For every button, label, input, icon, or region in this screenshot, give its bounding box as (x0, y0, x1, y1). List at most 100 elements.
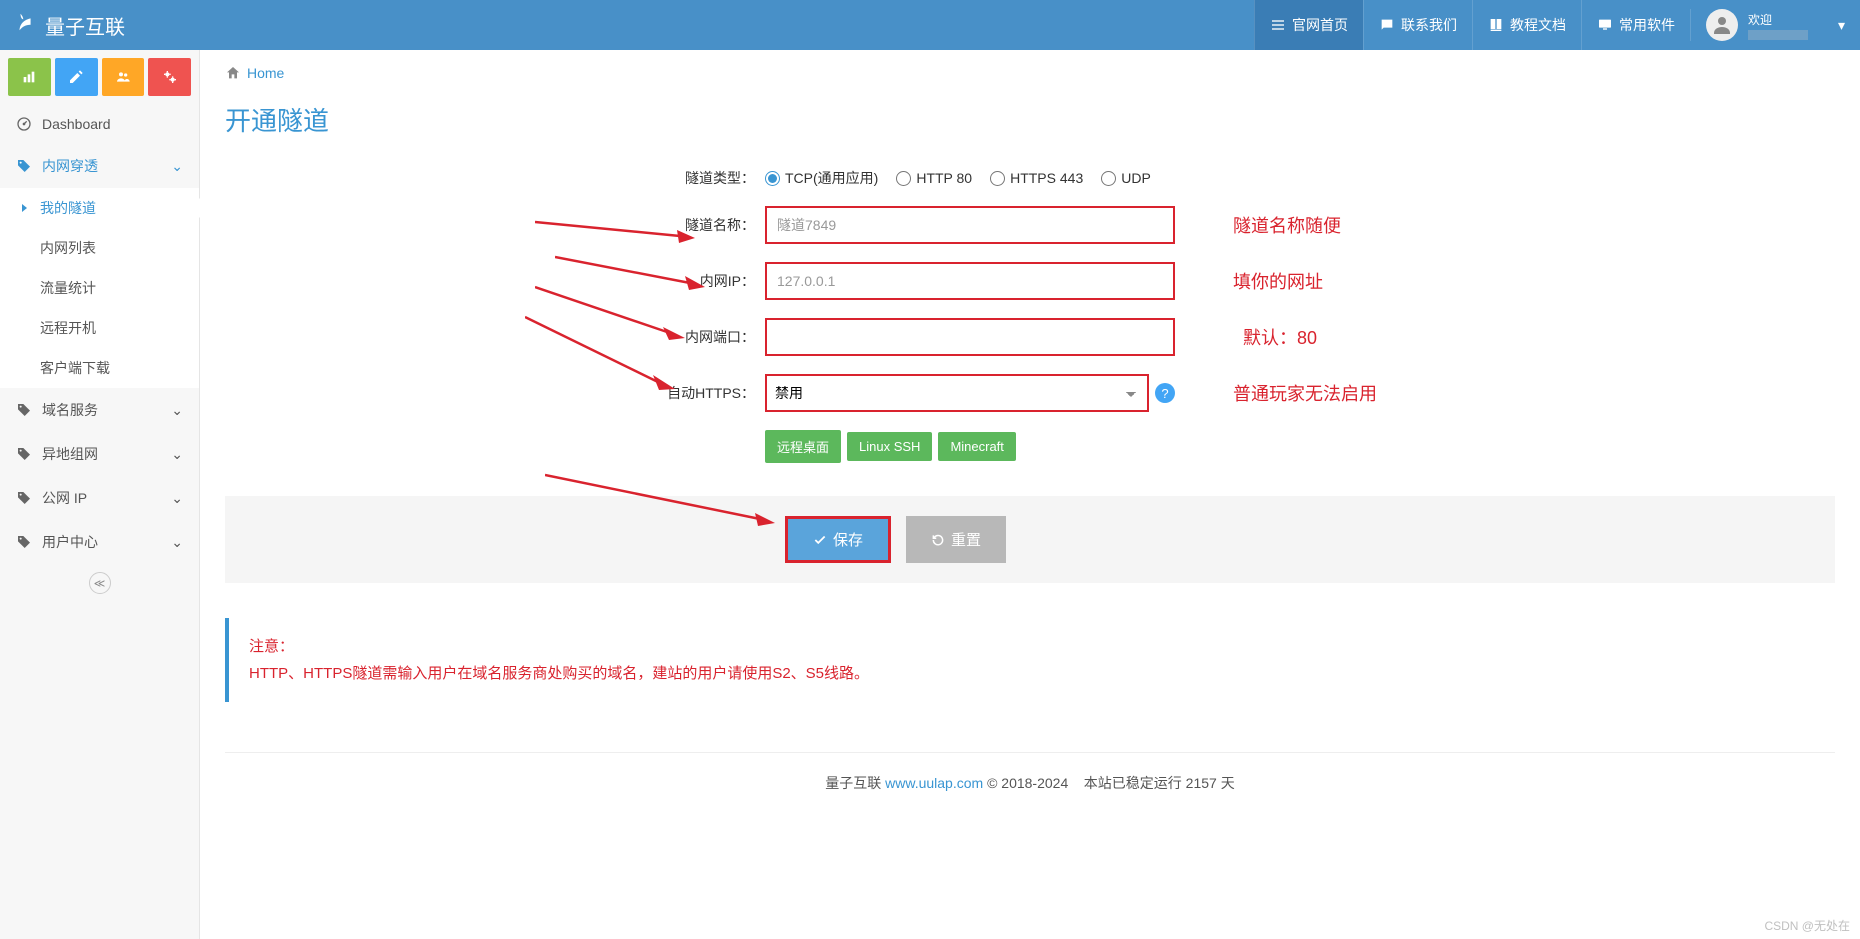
users-icon (115, 69, 131, 85)
reset-button[interactable]: 重置 (906, 516, 1006, 563)
row-intranet-ip: 内网IP： 填你的网址 (225, 262, 1835, 300)
sub-my-tunnels[interactable]: 我的隧道 (0, 188, 199, 228)
form-area: 隧道类型： TCP(通用应用) HTTP 80 HTTPS 443 UDP 隧道… (225, 168, 1835, 481)
nav-contact[interactable]: 联系我们 (1363, 0, 1472, 50)
breadcrumb: Home (225, 65, 1835, 81)
sidebar-user-center-label: 用户中心 (42, 532, 98, 552)
footer: 量子互联 www.uulap.com © 2018-2024 本站已稳定运行 2… (225, 752, 1835, 803)
pencil-icon (68, 69, 84, 85)
intranet-ip-label: 内网IP： (225, 271, 765, 291)
annotation-tunnel-name: 隧道名称随便 (1203, 212, 1341, 238)
row-tunnel-name: 隧道名称： 隧道名称随便 (225, 206, 1835, 244)
nav-home[interactable]: 官网首页 (1254, 0, 1363, 50)
chevron-down-icon: ⌄ (171, 446, 183, 463)
chat-icon (1379, 17, 1395, 33)
intranet-port-label: 内网端口： (225, 327, 765, 347)
preset-rdp[interactable]: 远程桌面 (765, 430, 841, 463)
sidebar-user-center[interactable]: 用户中心 ⌄ (0, 520, 199, 564)
intranet-ip-input[interactable] (765, 262, 1175, 300)
chevron-down-icon: ⌄ (171, 534, 183, 551)
sidebar-nat[interactable]: 内网穿透 ⌄ (0, 144, 199, 188)
sidebar: Dashboard 内网穿透 ⌄ 我的隧道 内网列表 流量统计 远程开机 客户端… (0, 50, 200, 939)
nav-software-label: 常用软件 (1619, 15, 1675, 35)
watermark: CSDN @无处在 (1764, 917, 1850, 934)
desktop-icon (1597, 17, 1613, 33)
sidebar-public-ip-label: 公网 IP (42, 488, 87, 508)
row-presets: 远程桌面 Linux SSH Minecraft (225, 430, 1835, 463)
sidebar-collapse-button[interactable]: ≪ (0, 564, 199, 602)
sidebar-domain[interactable]: 域名服务 ⌄ (0, 388, 199, 432)
radio-http[interactable]: HTTP 80 (896, 170, 972, 186)
nav-docs[interactable]: 教程文档 (1472, 0, 1581, 50)
user-menu[interactable]: 欢迎 ▾ (1690, 9, 1860, 41)
notice-title: 注意： (249, 633, 1815, 660)
avatar (1706, 9, 1738, 41)
intranet-port-input[interactable] (765, 318, 1175, 356)
sub-traffic-stats[interactable]: 流量统计 (0, 268, 199, 308)
nav-docs-label: 教程文档 (1510, 15, 1566, 35)
footer-copyright: © 2018-2024 (987, 775, 1068, 791)
undo-icon (931, 533, 945, 547)
footer-uptime: 本站已稳定运行 2157 天 (1084, 775, 1235, 791)
welcome-text: 欢迎 (1748, 11, 1808, 40)
tunnel-type-radios: TCP(通用应用) HTTP 80 HTTPS 443 UDP (765, 168, 1151, 188)
annotation-intranet-ip: 填你的网址 (1203, 268, 1323, 294)
row-tunnel-type: 隧道类型： TCP(通用应用) HTTP 80 HTTPS 443 UDP (225, 168, 1835, 188)
toolbar-stats-button[interactable] (8, 58, 51, 96)
preset-ssh[interactable]: Linux SSH (847, 432, 932, 461)
tag-icon (16, 158, 32, 174)
collapse-icon: ≪ (89, 572, 111, 594)
radio-https[interactable]: HTTPS 443 (990, 170, 1083, 186)
annotation-intranet-port: 默认：80 (1203, 324, 1317, 350)
radio-udp[interactable]: UDP (1101, 170, 1151, 186)
content: Home 开通隧道 隧道类型： TCP(通用应用) HTTP 80 HTTPS … (200, 50, 1860, 939)
annotation-auto-https: 普通玩家无法启用 (1203, 380, 1377, 406)
preset-minecraft[interactable]: Minecraft (938, 432, 1015, 461)
toolbar-users-button[interactable] (102, 58, 145, 96)
tunnel-type-label: 隧道类型： (225, 168, 765, 188)
footer-brand: 量子互联 (825, 775, 881, 791)
radio-tcp[interactable]: TCP(通用应用) (765, 168, 878, 188)
cogs-icon (162, 69, 178, 85)
nat-submenu: 我的隧道 内网列表 流量统计 远程开机 客户端下载 (0, 188, 199, 388)
footer-url[interactable]: www.uulap.com (885, 775, 983, 791)
auto-https-select[interactable]: 禁用 (765, 374, 1149, 412)
tag-icon (16, 534, 32, 550)
row-intranet-port: 内网端口： 默认：80 (225, 318, 1835, 356)
dashboard-icon (16, 116, 32, 132)
tunnel-name-label: 隧道名称： (225, 215, 765, 235)
nav-home-label: 官网首页 (1292, 15, 1348, 35)
toolbar-edit-button[interactable] (55, 58, 98, 96)
sidebar-dashboard-label: Dashboard (42, 116, 111, 132)
notice-body: HTTP、HTTPS隧道需输入用户在域名服务商处购买的域名，建站的用户请使用S2… (249, 660, 1815, 687)
save-button[interactable]: 保存 (785, 516, 891, 563)
sub-client-download[interactable]: 客户端下载 (0, 348, 199, 388)
leaf-icon (15, 11, 37, 39)
auto-https-label: 自动HTTPS： (225, 383, 765, 403)
sidebar-nat-label: 内网穿透 (42, 156, 98, 176)
book-icon (1488, 17, 1504, 33)
caret-down-icon: ▾ (1838, 17, 1845, 34)
sidebar-dashboard[interactable]: Dashboard (0, 104, 199, 144)
row-auto-https: 自动HTTPS： 禁用 ? 普通玩家无法启用 (225, 374, 1835, 412)
notice-box: 注意： HTTP、HTTPS隧道需输入用户在域名服务商处购买的域名，建站的用户请… (225, 618, 1835, 702)
home-icon (225, 65, 241, 81)
sidebar-public-ip[interactable]: 公网 IP ⌄ (0, 476, 199, 520)
lines-icon (1270, 17, 1286, 33)
sidebar-remote-net[interactable]: 异地组网 ⌄ (0, 432, 199, 476)
breadcrumb-home[interactable]: Home (247, 65, 284, 81)
nav-right: 官网首页 联系我们 教程文档 常用软件 欢迎 ▾ (1254, 0, 1860, 50)
tag-icon (16, 490, 32, 506)
action-bar: 保存 重置 (225, 496, 1835, 583)
sub-remote-wake[interactable]: 远程开机 (0, 308, 199, 348)
brand[interactable]: 量子互联 (0, 11, 140, 40)
nav-contact-label: 联系我们 (1401, 15, 1457, 35)
tunnel-name-input[interactable] (765, 206, 1175, 244)
sidebar-remote-net-label: 异地组网 (42, 444, 98, 464)
toolbar-settings-button[interactable] (148, 58, 191, 96)
tag-icon (16, 402, 32, 418)
page-title: 开通隧道 (225, 101, 1835, 138)
help-icon[interactable]: ? (1155, 383, 1175, 403)
sub-intranet-list[interactable]: 内网列表 (0, 228, 199, 268)
nav-software[interactable]: 常用软件 (1581, 0, 1690, 50)
